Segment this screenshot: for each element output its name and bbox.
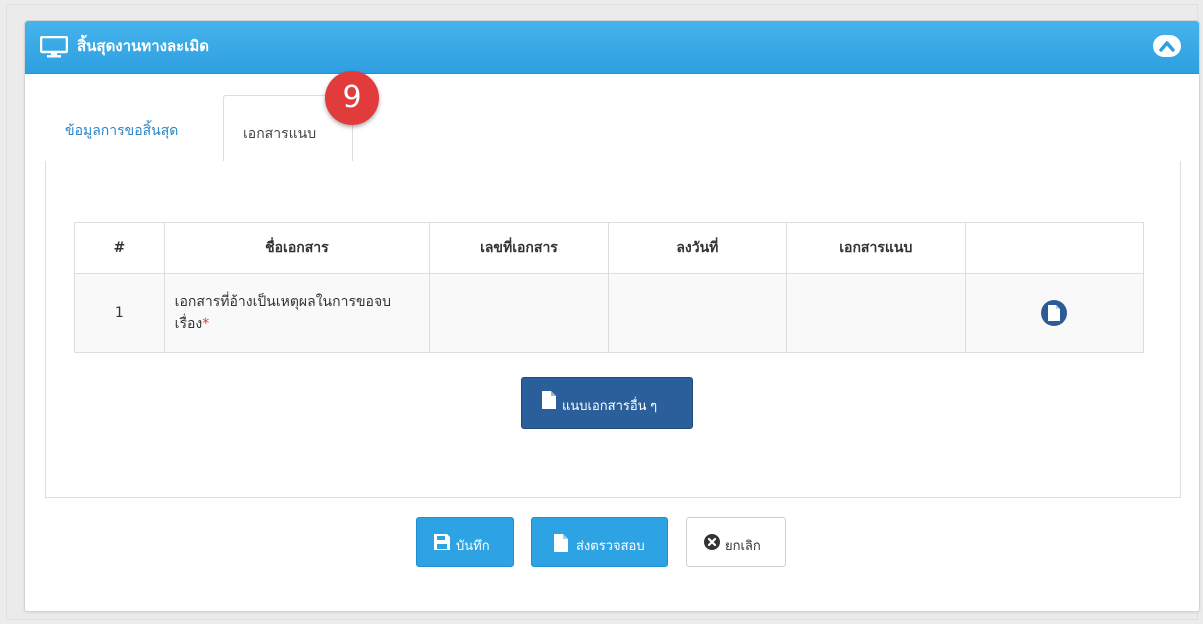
save-icon bbox=[434, 534, 450, 550]
panel-title: สิ้นสุดงานทางละเมิด bbox=[77, 37, 209, 55]
chevron-up-icon bbox=[1159, 41, 1175, 52]
attach-other-documents-button[interactable]: แนบเอกสารอื่น ๆ bbox=[521, 377, 693, 429]
submit-label: ส่งตรวจสอบ bbox=[576, 538, 645, 553]
attach-other-label: แนบเอกสารอื่น ๆ bbox=[562, 398, 658, 413]
submit-for-review-button[interactable]: ส่งตรวจสอบ bbox=[531, 517, 668, 567]
row-date bbox=[607, 273, 787, 353]
table-header-row: # ชื่อเอกสาร เลขที่เอกสาร ลงวันที่ เอกสา… bbox=[74, 222, 1145, 274]
row-doc-name-cell: เอกสารที่อ้างเป็นเหตุผลในการขอจบเรื่อง* bbox=[163, 273, 431, 353]
row-attachment bbox=[785, 273, 966, 353]
document-icon bbox=[542, 391, 556, 409]
col-header-attachment: เอกสารแนบ bbox=[785, 222, 966, 274]
save-label: บันทึก bbox=[456, 538, 490, 553]
close-circle-icon bbox=[704, 534, 720, 550]
upload-document-button[interactable] bbox=[1041, 300, 1068, 326]
tab-request-info[interactable]: ข้อมูลการขอสิ้นสุด bbox=[65, 121, 178, 141]
end-case-panel: สิ้นสุดงานทางละเมิด ข้อมูลการขอสิ้นสุด เ… bbox=[24, 20, 1200, 612]
cancel-button[interactable]: ยกเลิก bbox=[686, 517, 786, 567]
row-doc-number bbox=[429, 273, 609, 353]
panel-header: สิ้นสุดงานทางละเมิด bbox=[25, 21, 1199, 74]
document-icon bbox=[1048, 305, 1061, 321]
documents-table: # ชื่อเอกสาร เลขที่เอกสาร ลงวันที่ เอกสา… bbox=[74, 222, 1145, 353]
monitor-icon bbox=[40, 36, 68, 58]
save-button[interactable]: บันทึก bbox=[416, 517, 514, 567]
col-header-number: # bbox=[74, 222, 165, 274]
required-mark: * bbox=[202, 316, 210, 332]
col-header-date: ลงวันที่ bbox=[607, 222, 787, 274]
col-header-doc-number: เลขที่เอกสาร bbox=[429, 222, 609, 274]
tab-attachments-label: เอกสารแนบ bbox=[243, 126, 317, 142]
row-action-cell bbox=[964, 273, 1145, 353]
col-header-doc-name: ชื่อเอกสาร bbox=[163, 222, 431, 274]
col-header-action bbox=[964, 222, 1145, 274]
row-number: 1 bbox=[74, 273, 165, 353]
step-number-badge: 9 bbox=[325, 71, 379, 125]
collapse-button[interactable] bbox=[1153, 35, 1181, 57]
cancel-label: ยกเลิก bbox=[725, 538, 761, 553]
attachments-content: # ชื่อเอกสาร เลขที่เอกสาร ลงวันที่ เอกสา… bbox=[45, 161, 1181, 498]
table-row: 1 เอกสารที่อ้างเป็นเหตุผลในการขอจบเรื่อง… bbox=[74, 273, 1145, 353]
document-icon bbox=[554, 534, 568, 552]
